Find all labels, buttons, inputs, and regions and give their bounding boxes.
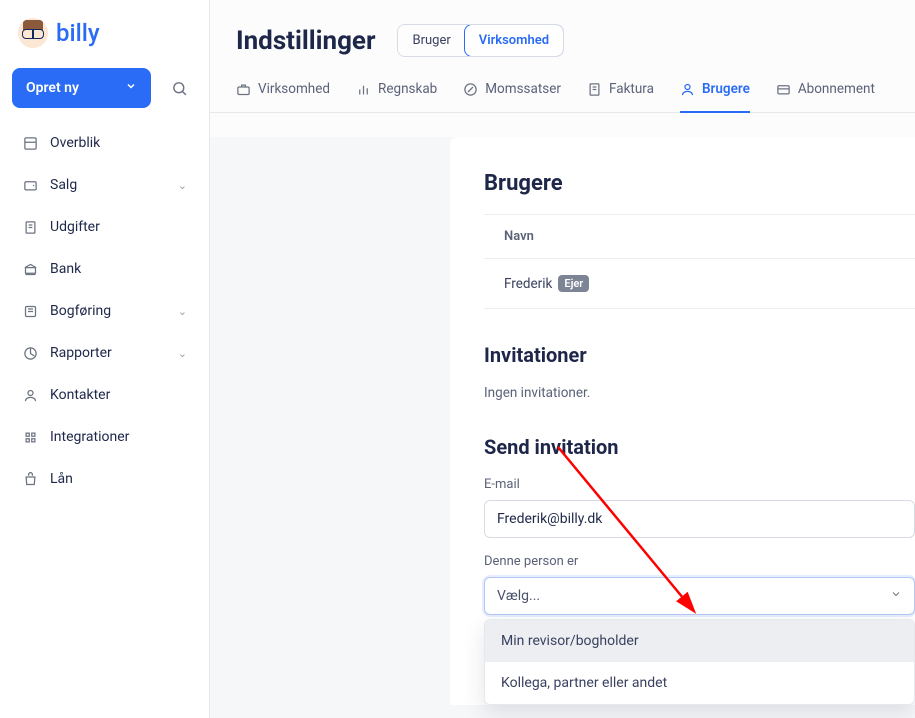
- sidebar-item-bogforing[interactable]: Bogføring ⌄: [12, 292, 197, 330]
- sidebar-item-bank[interactable]: Bank: [12, 250, 197, 288]
- segment-user[interactable]: Bruger: [398, 25, 464, 56]
- logo-text: billy: [56, 19, 100, 47]
- main-content: Indstillinger Bruger Virksomhed Virksomh…: [210, 0, 915, 718]
- email-input[interactable]: [484, 500, 915, 538]
- tab-label: Faktura: [609, 81, 654, 97]
- tab-faktura[interactable]: Faktura: [587, 81, 654, 113]
- tab-label: Regnskab: [378, 81, 437, 97]
- chevron-down-icon: [125, 80, 137, 96]
- bank-icon: [22, 262, 38, 277]
- tab-label: Virksomhed: [258, 81, 330, 97]
- create-new-label: Opret ny: [26, 80, 79, 96]
- sidebar-item-rapporter[interactable]: Rapporter ⌄: [12, 334, 197, 372]
- role-option-accountant[interactable]: Min revisor/bogholder: [485, 620, 914, 662]
- sidebar-item-label: Rapporter: [50, 345, 166, 361]
- sidebar-item-label: Overblik: [50, 135, 187, 151]
- users-table-header: Navn: [484, 214, 915, 259]
- tab-label: Brugere: [702, 81, 750, 97]
- sidebar-item-label: Lån: [50, 471, 187, 487]
- segment-company[interactable]: Virksomhed: [464, 24, 564, 57]
- user-icon: [22, 388, 38, 403]
- tab-virksomhed[interactable]: Virksomhed: [236, 81, 330, 113]
- bag-icon: [22, 472, 38, 487]
- card-icon: [776, 82, 791, 97]
- sidebar-item-kontakter[interactable]: Kontakter: [12, 376, 197, 414]
- sidebar-item-label: Udgifter: [50, 219, 187, 235]
- role-select-placeholder: Vælg...: [497, 588, 540, 604]
- logo[interactable]: billy: [12, 18, 197, 64]
- chart-icon: [22, 346, 38, 361]
- logo-avatar-icon: [18, 18, 48, 48]
- invitations-empty-text: Ingen invitationer.: [484, 385, 915, 401]
- users-section-title: Brugere: [484, 171, 915, 196]
- scope-segmented-control: Bruger Virksomhed: [397, 24, 564, 57]
- create-new-button[interactable]: Opret ny: [12, 68, 151, 108]
- percent-icon: [463, 82, 478, 97]
- sidebar-item-laan[interactable]: Lån: [12, 460, 197, 498]
- user-icon: [680, 82, 695, 97]
- tab-regnskab[interactable]: Regnskab: [356, 81, 437, 113]
- search-button[interactable]: [161, 70, 197, 106]
- invitations-section-title: Invitationer: [484, 343, 915, 367]
- chevron-down-icon: ⌄: [178, 305, 187, 318]
- sidebar-item-label: Salg: [50, 177, 166, 193]
- owner-badge: Ejer: [558, 275, 589, 292]
- sidebar-item-label: Bank: [50, 261, 187, 277]
- settings-tabs: Virksomhed Regnskab Momssatser Faktura: [210, 57, 915, 113]
- chevron-down-icon: ⌄: [178, 179, 187, 192]
- book-icon: [22, 304, 38, 319]
- sidebar: billy Opret ny Overblik Salg: [0, 0, 210, 718]
- puzzle-icon: [22, 430, 38, 445]
- role-label: Denne person er: [484, 554, 915, 569]
- tab-abonnement[interactable]: Abonnement: [776, 81, 875, 113]
- role-dropdown: Min revisor/bogholder Kollega, partner e…: [484, 619, 915, 705]
- sidebar-item-udgifter[interactable]: Udgifter: [12, 208, 197, 246]
- email-label: E-mail: [484, 477, 915, 492]
- invoice-icon: [587, 82, 602, 97]
- page-title: Indstillinger: [236, 26, 375, 56]
- sidebar-item-salg[interactable]: Salg ⌄: [12, 166, 197, 204]
- sidebar-item-label: Kontakter: [50, 387, 187, 403]
- chevron-down-icon: [890, 588, 902, 604]
- send-invitation-title: Send invitation: [484, 435, 915, 459]
- briefcase-icon: [236, 82, 251, 97]
- tab-label: Abonnement: [798, 81, 875, 97]
- sidebar-item-label: Bogføring: [50, 303, 166, 319]
- role-select[interactable]: Vælg...: [484, 577, 915, 615]
- tab-momssatser[interactable]: Momssatser: [463, 81, 561, 113]
- sidebar-item-label: Integrationer: [50, 429, 187, 445]
- sidebar-item-integrationer[interactable]: Integrationer: [12, 418, 197, 456]
- chevron-down-icon: ⌄: [178, 347, 187, 360]
- grid-icon: [22, 136, 38, 151]
- bars-icon: [356, 82, 371, 97]
- table-row[interactable]: Frederik Ejer: [484, 259, 915, 309]
- role-option-colleague[interactable]: Kollega, partner eller andet: [485, 662, 914, 704]
- sidebar-item-overblik[interactable]: Overblik: [12, 124, 197, 162]
- user-name: Frederik: [504, 276, 552, 292]
- receipt-icon: [22, 220, 38, 235]
- tab-label: Momssatser: [485, 81, 561, 97]
- wallet-icon: [22, 178, 38, 193]
- tab-brugere[interactable]: Brugere: [680, 81, 750, 113]
